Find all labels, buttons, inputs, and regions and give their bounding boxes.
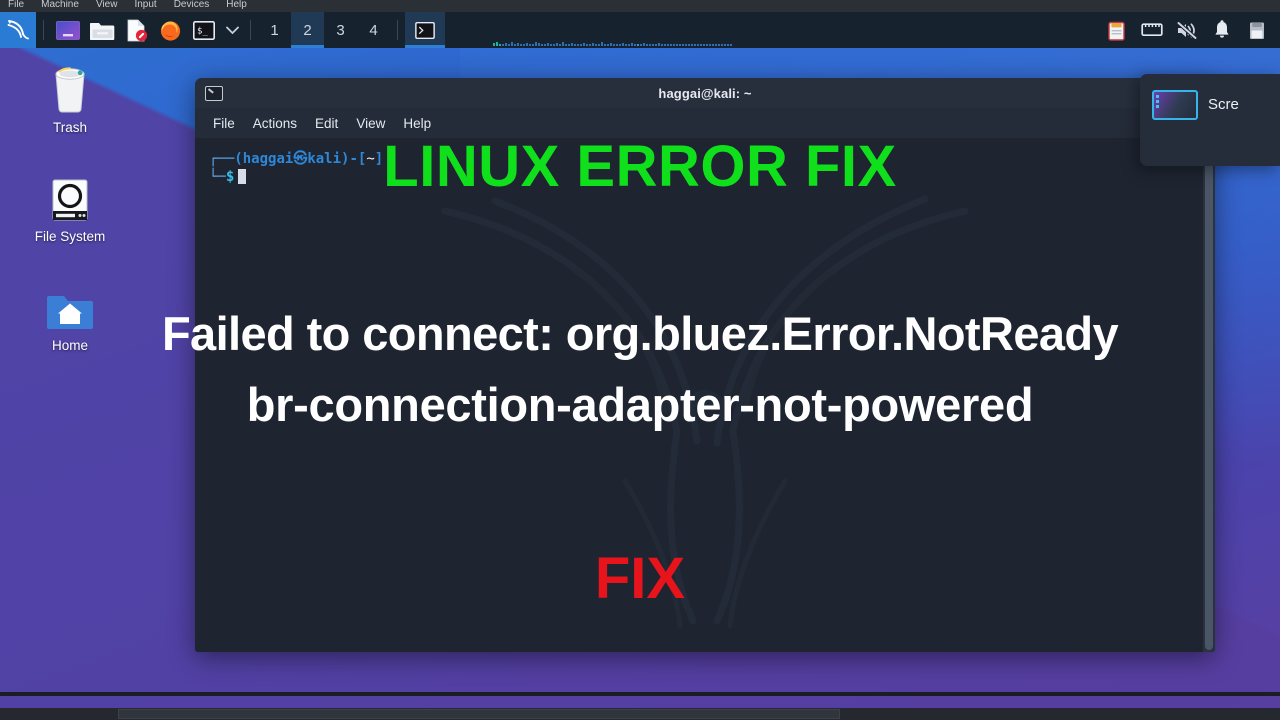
panel-separator — [397, 20, 398, 40]
terminal-icon[interactable]: $_ — [187, 12, 221, 48]
prompt-close-paren: )-[ — [341, 151, 367, 167]
text-editor-icon[interactable] — [119, 12, 153, 48]
network-icon[interactable] — [1134, 12, 1169, 48]
vbox-menu-devices[interactable]: Devices — [174, 0, 210, 10]
clipboard-icon[interactable] — [1099, 12, 1134, 48]
workspace-switcher[interactable]: 1 2 3 4 — [258, 12, 390, 48]
menu-item-help[interactable]: Help — [403, 116, 431, 131]
kali-dragon-watermark — [441, 195, 969, 629]
desktop-icon-label: File System — [34, 229, 106, 244]
terminal-icon — [415, 21, 435, 39]
firefox-icon[interactable] — [153, 12, 187, 48]
vbox-menu-view[interactable]: View — [96, 0, 118, 10]
notification-bell-icon[interactable] — [1204, 12, 1239, 48]
file-manager-icon[interactable] — [85, 12, 119, 48]
prompt-host: kali — [307, 151, 342, 167]
panel-separator — [250, 20, 251, 40]
prompt-close-bracket: ] — [374, 151, 384, 167]
popup-label: Scre — [1208, 96, 1239, 113]
prompt-path: ~ — [366, 151, 375, 167]
network-activity-graph — [493, 34, 793, 46]
menu-item-edit[interactable]: Edit — [315, 116, 338, 131]
taskbar-terminal-window-button[interactable] — [405, 12, 445, 48]
menu-item-actions[interactable]: Actions — [253, 116, 297, 131]
harddisk-icon — [18, 169, 122, 223]
home-folder-icon — [18, 278, 122, 332]
svg-text:$_: $_ — [197, 26, 208, 36]
desktop-icon-file-system[interactable]: File System — [18, 169, 122, 245]
terminal-window[interactable]: haggai@kali: ~ File Actions Edit View He… — [195, 78, 1215, 652]
screenshot-notification-popup[interactable]: Scre — [1140, 74, 1280, 166]
panel-spacer — [445, 12, 1099, 48]
prompt-user: haggai — [242, 151, 294, 167]
virtualbox-menubar: File Machine View Input Devices Help — [0, 0, 1280, 12]
prompt-open-paren: ( — [234, 151, 243, 167]
terminal-scrollbar[interactable] — [1203, 138, 1215, 652]
terminal-menubar[interactable]: File Actions Edit View Help — [195, 108, 1215, 138]
workspace-4[interactable]: 4 — [357, 12, 390, 48]
terminal-cursor — [238, 169, 247, 184]
terminal-title: haggai@kali: ~ — [658, 85, 752, 101]
workspace-1[interactable]: 1 — [258, 12, 291, 48]
workspace-2[interactable]: 2 — [291, 12, 324, 48]
kali-menu-icon[interactable] — [0, 12, 36, 48]
app-window-icon[interactable] — [51, 12, 85, 48]
virtualbox-statusbar — [0, 708, 1280, 720]
chevron-down-icon[interactable] — [221, 12, 243, 48]
menu-item-file[interactable]: File — [213, 116, 235, 131]
system-tray[interactable] — [1099, 12, 1280, 48]
terminal-titlebar[interactable]: haggai@kali: ~ — [195, 78, 1215, 108]
prompt-at-symbol: ㉿ — [293, 151, 308, 167]
screenshot-thumbnail-icon — [1152, 90, 1198, 120]
vbox-menu-machine[interactable]: Machine — [41, 0, 79, 10]
kali-top-panel[interactable]: $_ 1 2 3 4 — [0, 12, 1280, 48]
workspace-3[interactable]: 3 — [324, 12, 357, 48]
vbox-menu-file[interactable]: File — [8, 0, 24, 10]
desktop-icon-home[interactable]: Home — [18, 278, 122, 354]
panel-separator — [43, 20, 44, 40]
menu-item-view[interactable]: View — [356, 116, 385, 131]
scrollbar-thumb[interactable] — [1205, 140, 1213, 650]
desktop-icon-trash[interactable]: Trash — [18, 60, 122, 136]
desktop-icon-label: Trash — [52, 120, 87, 135]
vbox-menu-help[interactable]: Help — [226, 0, 247, 10]
desktop-icon-label: Home — [51, 338, 88, 353]
volume-muted-icon[interactable] — [1169, 12, 1204, 48]
prompt-corner-bottom: └─ — [209, 169, 226, 185]
trash-icon — [18, 60, 122, 114]
clipboard-manager-icon[interactable] — [1239, 12, 1274, 48]
terminal-body[interactable]: ┌──(haggai㉿kali)-[~] └─$ — [195, 138, 1215, 652]
prompt-dollar: $ — [225, 169, 235, 185]
desktop-bottom-strip — [0, 692, 1280, 696]
kali-dragon-logo — [7, 20, 29, 40]
terminal-prompt: ┌──(haggai㉿kali)-[~] └─$ — [209, 150, 383, 186]
vbox-menu-input[interactable]: Input — [134, 0, 156, 10]
prompt-corner-top: ┌── — [209, 151, 235, 167]
statusbar-segment — [118, 709, 840, 719]
desktop-wallpaper: Trash File System Home haggai@kali: ~ Fi… — [0, 12, 1280, 708]
